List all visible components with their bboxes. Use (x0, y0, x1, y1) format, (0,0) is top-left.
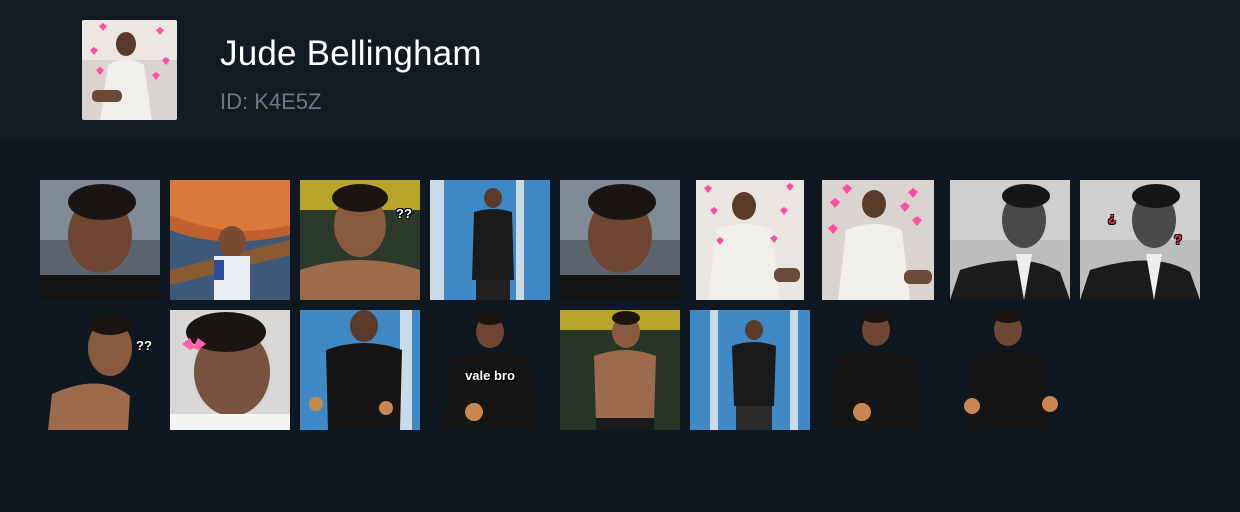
sticker-10-badge: ?? (136, 338, 152, 353)
sticker-13[interactable]: vale bro (430, 310, 550, 430)
sticker-11[interactable] (170, 310, 290, 430)
sticker-8[interactable] (950, 180, 1070, 300)
sticker-15[interactable] (690, 310, 810, 430)
pack-header: Jude Bellingham ID: K4E5Z (0, 0, 1240, 141)
sticker-16[interactable] (820, 310, 940, 430)
pack-title: Jude Bellingham (220, 34, 482, 73)
sticker-5[interactable] (560, 180, 680, 300)
sticker-7[interactable] (820, 180, 940, 300)
sticker-9[interactable]: ¿ ? (1080, 180, 1200, 300)
sticker-3[interactable]: ?? (300, 180, 420, 300)
sticker-1[interactable] (40, 180, 160, 300)
sticker-9-badge-left: ¿ (1108, 210, 1116, 225)
sticker-6[interactable] (690, 180, 810, 300)
sticker-4[interactable] (430, 180, 550, 300)
sticker-grid: ?? ¿ ? ?? vale bro (40, 180, 1200, 430)
sticker-14[interactable] (560, 310, 680, 430)
sticker-9-badge-right: ? (1174, 232, 1182, 247)
sticker-13-caption: vale bro (465, 368, 515, 383)
sticker-17[interactable] (950, 310, 1070, 430)
sticker-2[interactable] (170, 180, 290, 300)
pack-id: ID: K4E5Z (220, 89, 322, 114)
sticker-3-badge: ?? (396, 206, 412, 221)
pack-avatar[interactable] (82, 20, 177, 120)
sticker-12[interactable] (300, 310, 420, 430)
sticker-10[interactable]: ?? (40, 310, 160, 430)
